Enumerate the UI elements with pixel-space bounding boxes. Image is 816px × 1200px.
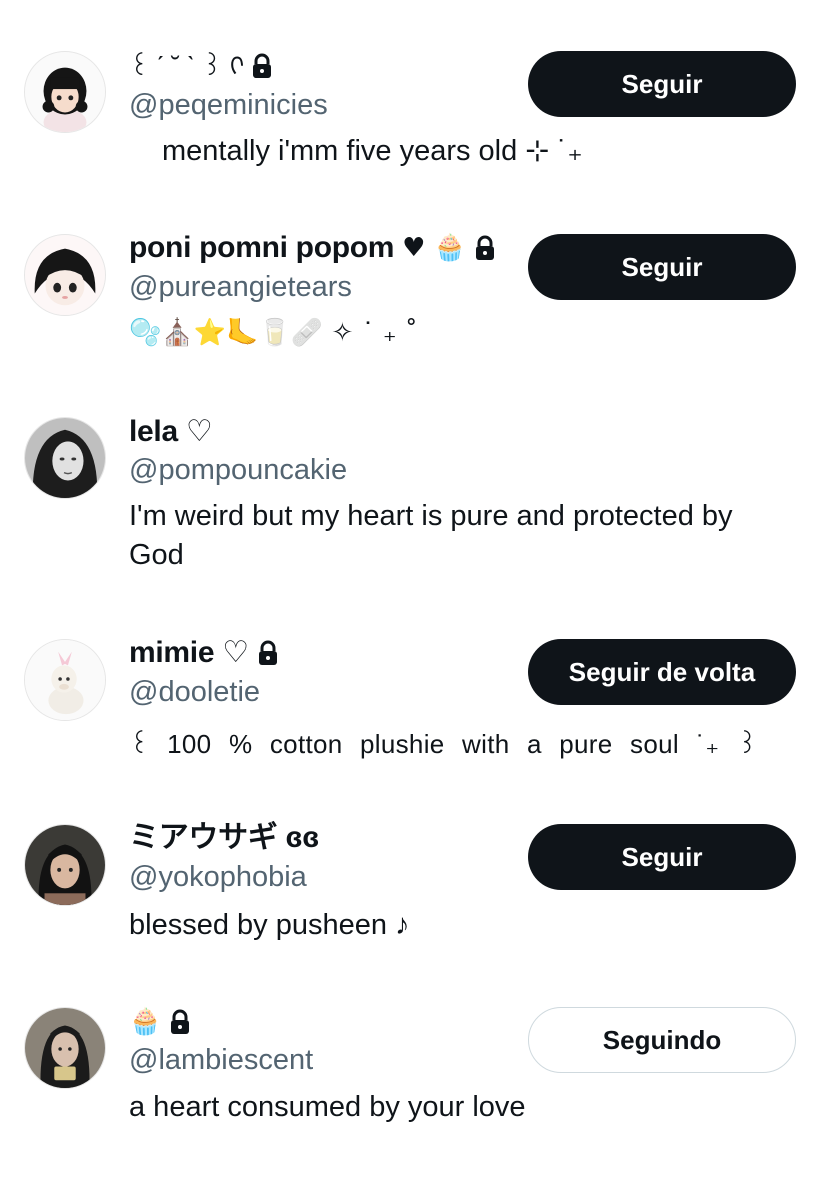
lock-icon — [257, 640, 279, 666]
lock-icon — [474, 235, 496, 261]
display-name: ꒰ ˊ ˘ ˋ ꒱ ᢉ — [129, 48, 273, 84]
lock-icon — [251, 53, 273, 79]
name-emoji: ♥ 🧁 — [402, 233, 467, 263]
display-name: poni pomni popom ♥ 🧁 — [129, 230, 496, 266]
follow-button[interactable]: Seguir — [528, 234, 796, 300]
bio: 🫧⛪⭐🦶🥛🩹 ✧ ˙ ₊ ˚ — [129, 318, 418, 348]
avatar[interactable] — [24, 234, 106, 316]
avatar[interactable] — [24, 1007, 106, 1089]
avatar[interactable] — [24, 639, 106, 721]
bio: I'm weird but my heart is pure and prote… — [129, 500, 733, 571]
following-button[interactable]: Seguindo — [528, 1007, 796, 1073]
avatar[interactable] — [24, 51, 106, 133]
bio: ꒰ 100 % cotton plushie with a pure soul … — [129, 729, 758, 759]
avatar[interactable] — [24, 824, 106, 906]
display-name-text: poni pomni popom — [129, 231, 395, 264]
follow-back-button[interactable]: Seguir de volta — [528, 639, 796, 705]
user-row-dooletie[interactable]: mimie ♡ @dooletie ꒰ 100 % cotton plushie… — [0, 605, 816, 795]
bio: a heart consumed by your love — [129, 1091, 526, 1123]
bio: mentally i'mm five years old ⊹ ˙₊ — [162, 135, 583, 167]
display-name: lela ♡ — [129, 414, 213, 450]
display-name: 🧁 — [129, 1004, 191, 1040]
user-row-peqeminicies[interactable]: ꒰ ˊ ˘ ˋ ꒱ ᢉ @peqeminicies mentally i'mm … — [0, 0, 816, 200]
display-name: mimie ♡ — [129, 635, 279, 671]
display-name-text: lela ♡ — [129, 415, 213, 448]
display-name-text: mimie ♡ — [129, 636, 249, 669]
lock-icon — [169, 1009, 191, 1035]
follow-button[interactable]: Seguir — [528, 824, 796, 890]
display-name-text: ꒰ ˊ ˘ ˋ ꒱ ᢉ — [129, 51, 243, 81]
bio: blessed by pusheen ♪ — [129, 909, 410, 941]
user-row-pureangietears[interactable]: poni pomni popom ♥ 🧁 @pureangietears 🫧⛪⭐… — [0, 200, 816, 390]
handle: @dooletie — [129, 676, 261, 708]
handle: @pompouncakie — [129, 454, 348, 486]
follow-button[interactable]: Seguir — [528, 51, 796, 117]
display-name-text: ミアウサギ ɞɞ — [129, 821, 319, 854]
handle: @yokophobia — [129, 861, 307, 893]
handle: @peqeminicies — [129, 89, 328, 121]
handle: @pureangietears — [129, 271, 352, 303]
display-name: ミアウサギ ɞɞ — [129, 820, 319, 856]
handle: @lambiescent — [129, 1044, 314, 1076]
user-row-lambiescent[interactable]: 🧁 @lambiescent a heart consumed by your … — [0, 980, 816, 1200]
user-row-yokophobia[interactable]: ミアウサギ ɞɞ @yokophobia blessed by pusheen … — [0, 795, 816, 980]
display-name-text: 🧁 — [129, 1007, 162, 1037]
user-row-pompouncakie[interactable]: lela ♡ @pompouncakie I'm weird but my he… — [0, 390, 816, 605]
avatar[interactable] — [24, 417, 106, 499]
